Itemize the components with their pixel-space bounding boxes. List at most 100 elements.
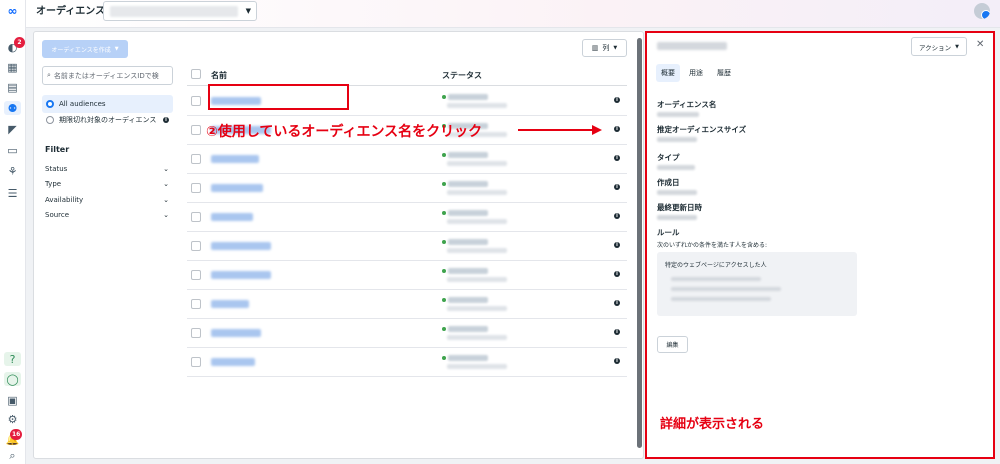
table-icon[interactable]: ▦ [4,60,21,74]
table-row[interactable]: i [187,174,627,203]
status-dot-icon [442,95,446,99]
status-detail-blurred [447,364,507,369]
chat-icon[interactable]: ◯ [4,372,21,386]
info-icon[interactable]: i [614,300,620,306]
search-icon[interactable]: ⌕ [4,449,21,463]
audience-name-link[interactable] [211,242,271,250]
status-detail-blurred [447,103,507,108]
chevron-down-icon: ▼ [114,46,119,52]
filter-status[interactable]: Status ⌄ [45,165,169,173]
chevron-down-icon: ⌄ [163,196,169,204]
table-row[interactable]: i [187,290,627,319]
status-dot-icon [442,356,446,360]
status-blurred [448,239,488,245]
status-dot-icon [442,240,446,244]
status-blurred [448,355,488,361]
info-icon[interactable]: i [614,126,620,132]
filter-source[interactable]: Source ⌄ [45,211,169,219]
meta-logo-icon[interactable]: ∞ [4,4,21,18]
columns-icon: ▥ [591,44,599,52]
filter-availability[interactable]: Availability ⌄ [45,196,169,204]
audience-name-link[interactable] [211,271,271,279]
create-audience-button[interactable]: オーディエンスを作成 ▼ [42,40,128,58]
audience-name-link[interactable] [211,155,259,163]
status-dot-icon [442,211,446,215]
option-label: All audiences [59,100,106,108]
row-checkbox[interactable] [191,299,201,309]
audience-name-link[interactable] [211,184,263,192]
row-checkbox[interactable] [191,328,201,338]
info-icon[interactable]: i [614,97,620,103]
info-icon[interactable]: i [614,184,620,190]
scrollbar[interactable] [637,38,642,448]
create-audience-label: オーディエンスを作成 [51,46,111,54]
status-blurred [448,152,488,158]
info-icon[interactable]: i [163,117,169,123]
column-header-name: 名前 [211,71,227,80]
info-icon[interactable]: i [614,213,620,219]
row-checkbox[interactable] [191,154,201,164]
search-input[interactable]: ⌕ 名前またはオーディエンスIDで検 [42,66,173,85]
status-dot-icon [442,298,446,302]
info-icon[interactable]: i [614,329,620,335]
annotation-highlight-panel [645,31,995,459]
events-icon[interactable]: ⚘ [4,164,21,178]
audience-name-link[interactable] [211,358,255,366]
audiences-icon[interactable]: ⚉ [4,101,21,115]
menu-icon[interactable]: ☰ [4,186,21,200]
table-row[interactable]: i [187,145,627,174]
columns-button[interactable]: ▥ 列 ▼ [582,39,627,57]
row-checkbox[interactable] [191,96,201,106]
table-row[interactable]: i [187,232,627,261]
row-checkbox[interactable] [191,270,201,280]
status-blurred [448,181,488,187]
megaphone-icon[interactable]: ◤ [4,122,21,136]
billing-icon[interactable]: ▭ [4,143,21,157]
annotation-highlight-name [208,84,349,110]
info-icon[interactable]: i [614,242,620,248]
columns-label: 列 [602,44,610,52]
annotation-step-text: ②使用しているオーディエンス名をクリック [206,124,483,140]
table-row[interactable]: i [187,348,627,377]
radio-icon [46,116,54,124]
status-blurred [448,210,488,216]
page-title: オーディエンス [36,6,106,17]
audience-name-link[interactable] [211,213,253,221]
row-checkbox[interactable] [191,125,201,135]
info-icon[interactable]: i [614,358,620,364]
filter-type[interactable]: Type ⌄ [45,180,169,188]
search-icon: ⌕ [47,71,51,79]
info-icon[interactable]: i [614,155,620,161]
account-name-blurred [110,6,238,17]
status-detail-blurred [447,219,507,224]
filter-label: Status [45,165,68,173]
status-detail-blurred [447,161,507,166]
table-row[interactable]: i [187,203,627,232]
filter-title: Filter [45,145,70,154]
info-icon[interactable]: i [614,271,620,277]
row-checkbox[interactable] [191,241,201,251]
audience-name-link[interactable] [211,329,261,337]
row-checkbox[interactable] [191,212,201,222]
option-expiring-audiences[interactable]: 期限切れ対象のオーディエンス i [42,111,173,129]
document-icon[interactable]: ▣ [4,393,21,407]
row-checkbox[interactable] [191,183,201,193]
status-detail-blurred [447,248,507,253]
pages-icon[interactable]: ▤ [4,80,21,94]
annotation-arrow [518,125,602,135]
status-dot-icon [442,153,446,157]
account-selector[interactable]: ▼ [103,1,257,21]
column-header-status: ステータス [442,71,482,80]
top-header: オーディエンス ▼ [26,0,1000,28]
table-row[interactable]: i [187,319,627,348]
select-all-checkbox[interactable] [191,69,201,79]
audience-name-link[interactable] [211,300,249,308]
settings-icon[interactable]: ⚙ [4,412,21,426]
table-row[interactable]: i [187,261,627,290]
avatar[interactable] [974,3,990,19]
help-icon[interactable]: ? [4,352,21,366]
row-checkbox[interactable] [191,357,201,367]
status-blurred [448,326,488,332]
status-dot-icon [442,269,446,273]
left-nav-rail: ∞ ◐ 2 ▦ ▤ ⚉ ◤ ▭ ⚘ ☰ ? ◯ ▣ ⚙ 🔔 16 ⌕ [0,0,26,464]
